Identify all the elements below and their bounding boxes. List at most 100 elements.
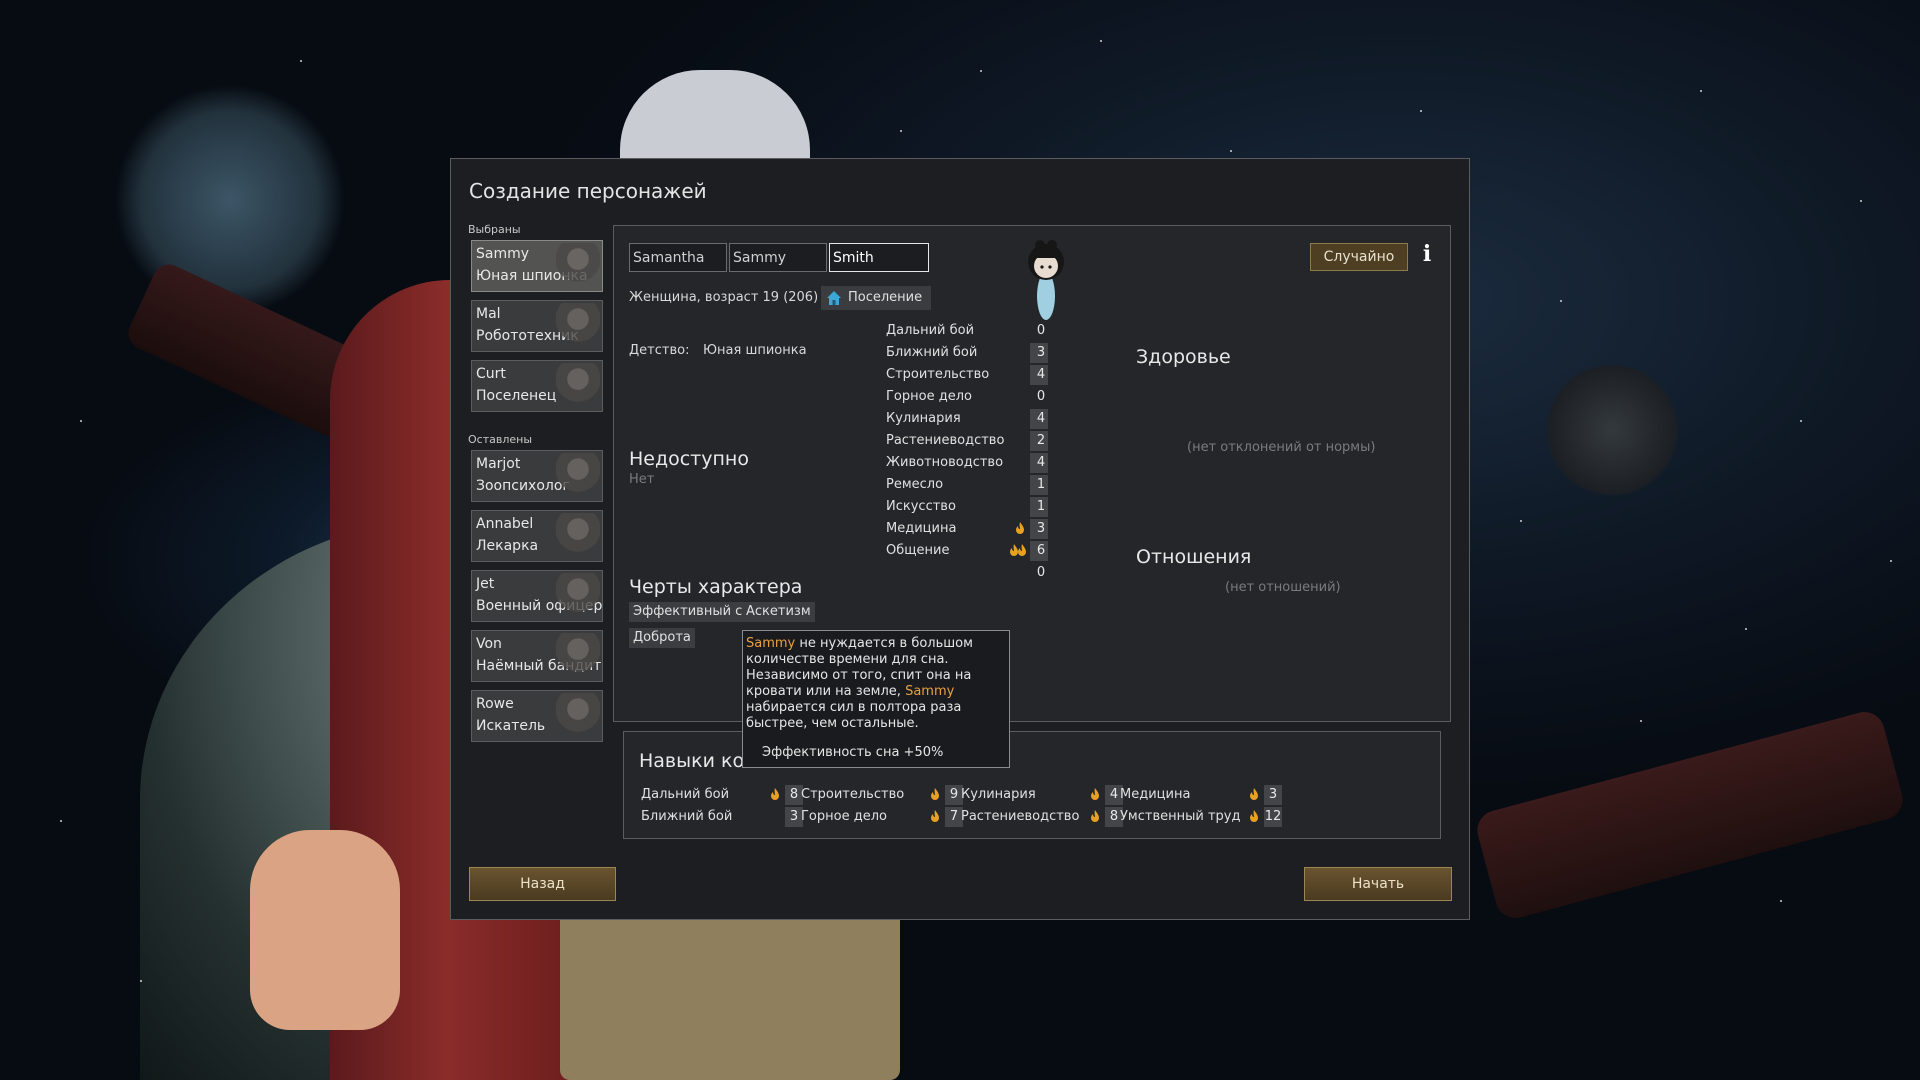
skill-label: Животноводство xyxy=(886,455,1004,470)
team-skill-label: Растениеводство xyxy=(961,809,1080,824)
pawn-card-marjot[interactable]: Marjot Зоопсихолог xyxy=(471,450,603,502)
childhood-label: Детство: xyxy=(629,343,690,358)
pawn-name: Jet xyxy=(476,576,495,592)
skill-row[interactable]: Медицина 3 xyxy=(886,518,1048,540)
skill-level: 6 xyxy=(1036,543,1046,558)
skill-row[interactable]: Дальний бой 0 xyxy=(886,320,1046,342)
flame-icon xyxy=(1014,367,1028,381)
trait-ascetic[interactable]: Аскетизм xyxy=(742,602,815,622)
flame-icon xyxy=(1014,389,1028,403)
back-button[interactable]: Назад xyxy=(469,867,616,901)
team-skill-item: Медицина 3 xyxy=(1120,784,1282,806)
pawn-card-sammy[interactable]: Sammy Юная шпионка xyxy=(471,240,603,292)
trait-kind[interactable]: Доброта xyxy=(629,628,695,648)
flame-icon xyxy=(929,787,941,801)
star xyxy=(1745,628,1747,630)
team-skill-label: Медицина xyxy=(1120,787,1191,802)
pawn-role: Лекарка xyxy=(476,538,539,554)
star xyxy=(1890,560,1892,562)
pawn-portrait xyxy=(556,573,600,619)
star xyxy=(1100,40,1102,42)
childhood-value[interactable]: Юная шпионка xyxy=(703,343,807,358)
pawn-card-rowe[interactable]: Rowe Искатель xyxy=(471,690,603,742)
flame-icon xyxy=(1248,787,1260,801)
tooltip-pawn-name: Sammy xyxy=(746,636,796,651)
skill-row[interactable]: Строительство 4 xyxy=(886,364,1048,386)
pawn-card-curt[interactable]: Curt Поселенец xyxy=(471,360,603,412)
character-panel: Случайно i Женщина, возраст 19 (206) Пос… xyxy=(613,225,1451,722)
pawn-card-jet[interactable]: Jet Военный офицер xyxy=(471,570,603,622)
tooltip-text-part: набирается сил в полтора раза быстрее, ч… xyxy=(746,700,962,731)
last-name-input[interactable] xyxy=(829,243,929,272)
flame-icon xyxy=(1014,323,1028,337)
pawn-portrait xyxy=(556,303,600,349)
flame-icon xyxy=(1014,455,1028,469)
skill-row[interactable]: Искусство 1 xyxy=(886,496,1048,518)
skill-row[interactable]: Горное дело 0 xyxy=(886,386,1046,408)
skill-row[interactable]: 0 xyxy=(886,562,1046,584)
star xyxy=(980,70,982,72)
selected-section-label: Выбраны xyxy=(468,223,521,236)
info-icon[interactable]: i xyxy=(1419,241,1435,269)
pawn-portrait xyxy=(556,453,600,499)
skill-label: Строительство xyxy=(886,367,990,382)
pawn-name: Annabel xyxy=(476,516,534,532)
team-skill-item: Растениеводство 8 xyxy=(961,806,1123,828)
team-skill-level: 3 xyxy=(1268,787,1278,802)
team-skill-level: 12 xyxy=(1264,809,1282,824)
randomize-button[interactable]: Случайно xyxy=(1310,243,1408,271)
pawn-card-mal[interactable]: Mal Робототехник xyxy=(471,300,603,352)
start-button[interactable]: Начать xyxy=(1304,867,1452,901)
pawn-role: Искатель xyxy=(476,718,546,734)
first-name-input[interactable] xyxy=(629,243,727,272)
pawn-card-annabel[interactable]: Annabel Лекарка xyxy=(471,510,603,562)
pawn-portrait xyxy=(556,363,600,409)
health-heading: Здоровье xyxy=(1136,346,1231,368)
skill-row[interactable]: Общение 6 xyxy=(886,540,1048,562)
pawn-name: Mal xyxy=(476,306,501,322)
pawn-sprite xyxy=(1028,240,1064,320)
skill-row[interactable]: Кулинария 4 xyxy=(886,408,1048,430)
dialog-title: Создание персонажей xyxy=(469,179,707,203)
skill-level: 0 xyxy=(1036,389,1046,404)
skill-row[interactable]: Растениеводство 2 xyxy=(886,430,1048,452)
skill-label: Ремесло xyxy=(886,477,944,492)
tooltip-pawn-name: Sammy xyxy=(905,684,955,699)
flame-icon xyxy=(1014,521,1028,535)
faction-label: Поселение xyxy=(848,290,923,305)
flame-icon xyxy=(1014,499,1028,513)
pawn-name: Curt xyxy=(476,366,506,382)
team-skill-item: Строительство 9 xyxy=(801,784,963,806)
team-skill-label: Ближний бой xyxy=(641,809,733,824)
skill-level: 1 xyxy=(1036,499,1046,514)
team-skill-item: Кулинария 4 xyxy=(961,784,1123,806)
skill-level: 3 xyxy=(1036,345,1046,360)
flame-icon xyxy=(769,787,781,801)
nick-name-input[interactable] xyxy=(729,243,827,272)
pawn-role: Поселенец xyxy=(476,388,557,404)
team-skill-label: Горное дело xyxy=(801,809,887,824)
skill-level: 1 xyxy=(1036,477,1046,492)
star xyxy=(300,60,302,62)
tooltip-description: Sammy не нуждается в большом количестве … xyxy=(746,636,1008,732)
flame-icon xyxy=(929,809,941,823)
pawn-card-von[interactable]: Von Наёмный бандит xyxy=(471,630,603,682)
pawn-portrait xyxy=(556,633,600,679)
flame-icon xyxy=(1089,787,1101,801)
skill-row[interactable]: Животноводство 4 xyxy=(886,452,1048,474)
pawn-name: Marjot xyxy=(476,456,521,472)
faction-badge[interactable]: Поселение xyxy=(821,286,931,310)
skill-row[interactable]: Ремесло 1 xyxy=(886,474,1048,496)
space-debris-left xyxy=(123,259,397,451)
skill-label: Растениеводство xyxy=(886,433,1005,448)
star xyxy=(1640,720,1642,722)
star xyxy=(1230,150,1232,152)
pawn-name: Sammy xyxy=(476,246,530,262)
skill-label: Общение xyxy=(886,543,950,558)
skill-level: 2 xyxy=(1036,433,1046,448)
flame-icon xyxy=(1248,809,1260,823)
skill-label: Медицина xyxy=(886,521,957,536)
skill-label: Искусство xyxy=(886,499,956,514)
skill-level: 4 xyxy=(1036,455,1046,470)
skill-row[interactable]: Ближний бой 3 xyxy=(886,342,1048,364)
